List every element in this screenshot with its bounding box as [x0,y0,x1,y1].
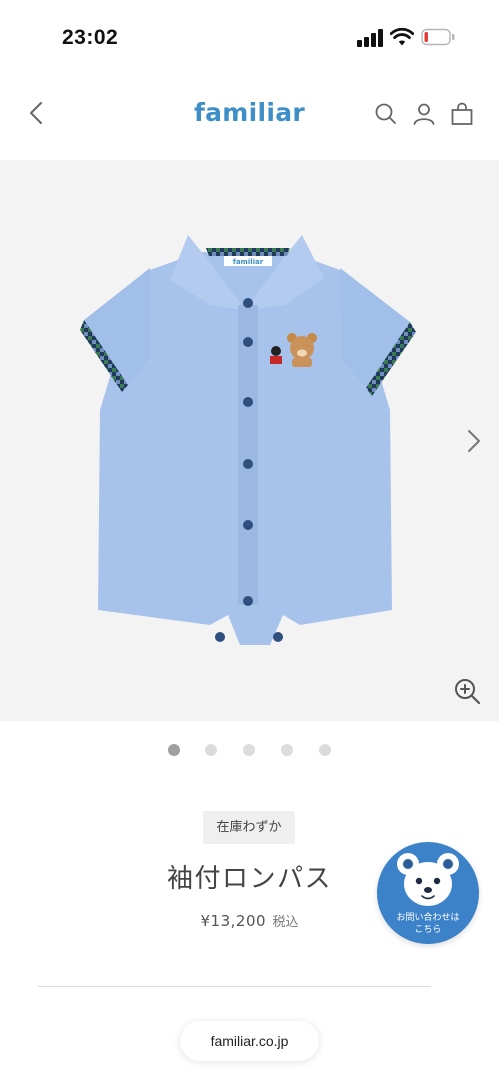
section-divider [38,986,431,987]
product-price: ¥13,200 [200,912,267,930]
contact-label: お問い合わせは こちら [377,912,479,936]
status-time: 23:02 [62,26,119,49]
site-header: familiar [0,72,499,160]
browser-url-bar[interactable]: familiar.co.jp [180,1021,319,1061]
pagination-dot[interactable] [281,744,293,756]
user-icon[interactable] [411,101,437,127]
cellular-signal-icon [357,29,383,47]
tax-label: 税込 [272,915,299,930]
product-image-gallery[interactable]: familiar [0,160,499,721]
battery-low-icon [421,28,455,46]
pagination-dot[interactable] [243,744,255,756]
contact-label-line2: こちら [414,925,442,935]
pagination-dot[interactable] [319,744,331,756]
product-image: familiar [80,235,416,645]
collar-tag-label: familiar [233,258,264,266]
search-icon[interactable] [373,101,399,127]
stock-status-badge: 在庫わずか [203,811,295,844]
contact-button[interactable]: お問い合わせは こちら [377,842,479,944]
status-bar: 23:02 [0,0,499,72]
bear-face-icon [397,853,459,906]
shopping-bag-icon[interactable] [449,101,475,127]
zoom-in-icon[interactable] [452,676,482,706]
contact-label-line1: お問い合わせは [396,913,460,923]
pagination-dot[interactable] [205,744,217,756]
gallery-pagination [0,744,499,758]
chevron-right-icon[interactable] [462,426,486,456]
wifi-icon [390,27,414,46]
pagination-dot[interactable] [168,744,180,756]
product-page: 23:02 familiar familiar 在庫わずか 袖付ロンパス ¥13… [0,0,499,1080]
